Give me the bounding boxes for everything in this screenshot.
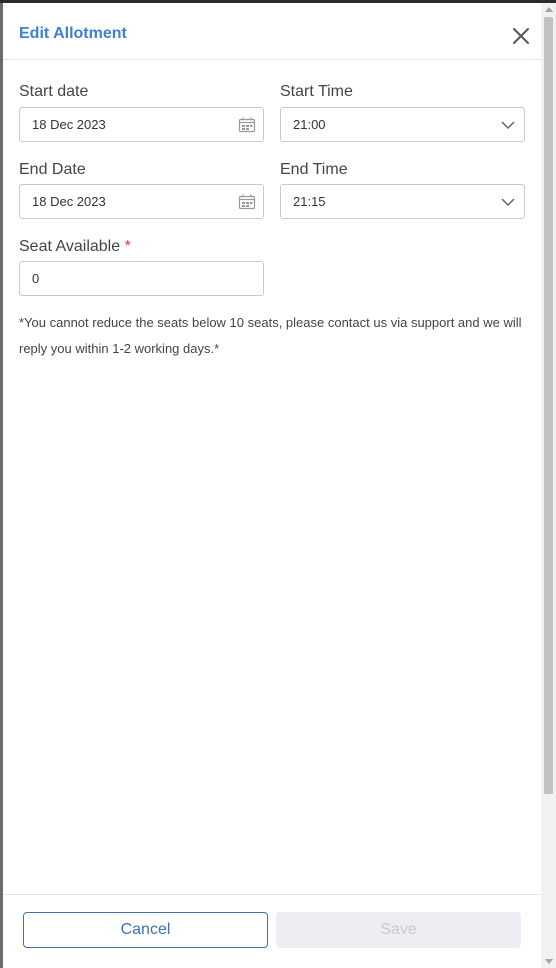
edit-allotment-panel: Edit Allotment Start date 18 Dec 2023 St…	[3, 3, 541, 968]
scroll-down-arrow-icon[interactable]	[545, 959, 553, 964]
end-date-field[interactable]: 18 Dec 2023	[19, 184, 264, 219]
seat-reduction-note: *You cannot reduce the seats below 10 se…	[19, 315, 522, 356]
calendar-icon[interactable]	[238, 117, 256, 133]
required-mark: *	[124, 238, 131, 255]
start-time-value: 21:00	[293, 117, 326, 132]
seat-available-value: 0	[32, 271, 40, 286]
dialog-header: Edit Allotment	[3, 3, 541, 60]
cancel-button[interactable]: Cancel	[23, 912, 268, 948]
start-time-label: Start Time	[280, 83, 353, 100]
dialog-title: Edit Allotment	[19, 25, 127, 42]
scrollbar-thumb[interactable]	[544, 17, 553, 794]
end-date-value: 18 Dec 2023	[32, 194, 106, 209]
start-date-value: 18 Dec 2023	[32, 117, 106, 132]
calendar-icon[interactable]	[238, 194, 256, 210]
end-time-value: 21:15	[293, 194, 326, 209]
scroll-up-arrow-icon[interactable]	[545, 7, 553, 12]
chevron-down-icon	[501, 198, 515, 207]
close-icon[interactable]	[511, 26, 531, 46]
chevron-down-icon	[501, 121, 515, 130]
end-time-select[interactable]: 21:15	[280, 184, 525, 219]
end-date-label: End Date	[19, 161, 86, 178]
seat-available-input[interactable]: 0	[19, 261, 264, 296]
dialog-footer: Cancel Save	[3, 894, 541, 968]
seat-available-label: Seat Available *	[19, 238, 131, 256]
seat-available-label-text: Seat Available	[19, 238, 121, 255]
save-button[interactable]: Save	[276, 912, 521, 948]
vertical-scrollbar[interactable]	[541, 3, 556, 968]
start-time-select[interactable]: 21:00	[280, 107, 525, 142]
end-time-label: End Time	[280, 161, 348, 178]
start-date-label: Start date	[19, 83, 89, 100]
start-date-field[interactable]: 18 Dec 2023	[19, 107, 264, 142]
